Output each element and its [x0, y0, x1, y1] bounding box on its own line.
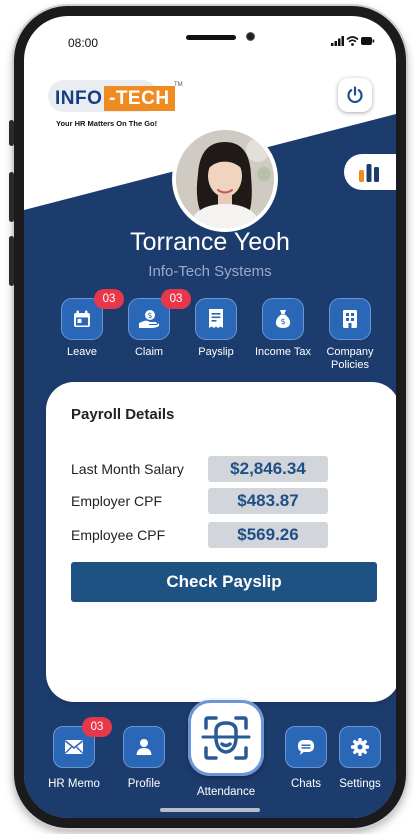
hr-memo-tile[interactable]: 03 [53, 717, 112, 768]
income-tax-tile[interactable]: $ [262, 298, 304, 340]
chats-tile[interactable] [285, 726, 327, 768]
check-payslip-button[interactable]: Check Payslip [71, 562, 377, 602]
infotech-logo: INFO -TECH TM Your HR Matters On The Go! [44, 78, 194, 130]
quick-action-income-tax[interactable]: $ Income Tax [251, 298, 315, 359]
user-name: Torrance Yeoh [130, 228, 290, 256]
attendance-scan-button[interactable] [188, 700, 264, 776]
bar-chart-icon [359, 164, 379, 182]
avatar[interactable] [172, 126, 278, 232]
company-policies-tile[interactable] [329, 298, 371, 340]
quick-action-payslip[interactable]: Payslip [184, 298, 248, 359]
nav-label: Settings [339, 778, 381, 790]
nav-item-chats[interactable]: Chats [278, 726, 334, 790]
payroll-row: Employee CPF $569.26 [71, 522, 371, 550]
profile-tile[interactable] [123, 726, 165, 768]
phone-volume-button [9, 236, 14, 286]
building-icon [343, 310, 357, 328]
logo-text-info: INFO [55, 88, 103, 109]
dashboard-stats-button[interactable] [344, 154, 396, 190]
leave-tile[interactable]: 03 [61, 289, 124, 340]
envelope-icon [64, 740, 84, 754]
nav-label: HR Memo [48, 778, 100, 790]
quick-action-label: Leave [67, 346, 97, 358]
payroll-card: Payroll Details Last Month Salary $2,846… [46, 382, 396, 702]
payroll-row-value: $483.87 [208, 488, 328, 514]
status-time: 08:00 [68, 36, 99, 50]
nav-item-settings[interactable]: Settings [332, 726, 388, 790]
chat-icon [298, 740, 314, 755]
settings-tile[interactable] [339, 726, 381, 768]
quick-action-leave[interactable]: 03 Leave [50, 289, 124, 359]
receipt-icon [209, 309, 223, 328]
nav-label: Profile [127, 778, 161, 790]
payroll-row: Last Month Salary $2,846.34 [71, 456, 371, 484]
camera-dot [246, 32, 255, 41]
claim-tile[interactable]: $ 03 [128, 289, 191, 340]
phone-volume-button [9, 172, 14, 222]
speaker-notch [186, 35, 236, 40]
power-icon [347, 86, 363, 104]
payroll-row-label: Employee CPF [71, 527, 166, 543]
logo-trademark: TM [174, 82, 183, 88]
status-bar: 08:00 [24, 16, 396, 64]
gear-icon [351, 738, 369, 756]
quick-action-label: Payslip [198, 346, 234, 358]
svg-text:$: $ [280, 317, 285, 326]
user-company: Info-Tech Systems [148, 263, 272, 280]
money-bag-icon: $ [275, 310, 291, 328]
face-scan-icon [201, 716, 251, 760]
payroll-title: Payroll Details [71, 406, 175, 423]
home-indicator [160, 808, 260, 812]
logo-text-tech: -TECH [104, 86, 175, 111]
nav-label: Attendance [196, 786, 256, 798]
nav-item-attendance[interactable]: Attendance [186, 786, 266, 798]
phone-side-button [9, 120, 14, 146]
payroll-row-label: Last Month Salary [71, 461, 184, 477]
payroll-row-value: $569.26 [208, 522, 328, 548]
quick-actions: 03 Leave $ 03 Claim Payslip $ Income Tax… [50, 289, 390, 378]
profile-photo [176, 130, 274, 228]
person-icon [136, 739, 152, 755]
payroll-row: Employer CPF $483.87 [71, 488, 371, 516]
svg-text:$: $ [148, 311, 153, 320]
nav-label: Chats [290, 778, 322, 790]
logout-button[interactable] [338, 78, 372, 112]
signal-wifi-battery-icon [331, 36, 375, 46]
payslip-tile[interactable] [195, 298, 237, 340]
quick-action-label: Company Policies [326, 346, 374, 371]
nav-item-hr-memo[interactable]: 03 HR Memo [44, 717, 112, 790]
app-screen: 08:00 INFO -TECH TM Your HR Matters On T… [24, 16, 396, 818]
quick-action-label: Claim [134, 346, 164, 358]
payroll-row-label: Employer CPF [71, 493, 163, 509]
quick-action-company-policies[interactable]: Company Policies [318, 298, 382, 372]
calendar-icon [74, 310, 90, 327]
payroll-row-value: $2,846.34 [208, 456, 328, 482]
quick-action-claim[interactable]: $ 03 Claim [117, 289, 191, 359]
money-hand-icon: $ [139, 310, 159, 328]
hr-memo-badge: 03 [82, 717, 112, 737]
quick-action-label: Income Tax [254, 346, 312, 358]
logo-tagline: Your HR Matters On The Go! [56, 119, 158, 128]
nav-item-profile[interactable]: Profile [116, 726, 172, 790]
